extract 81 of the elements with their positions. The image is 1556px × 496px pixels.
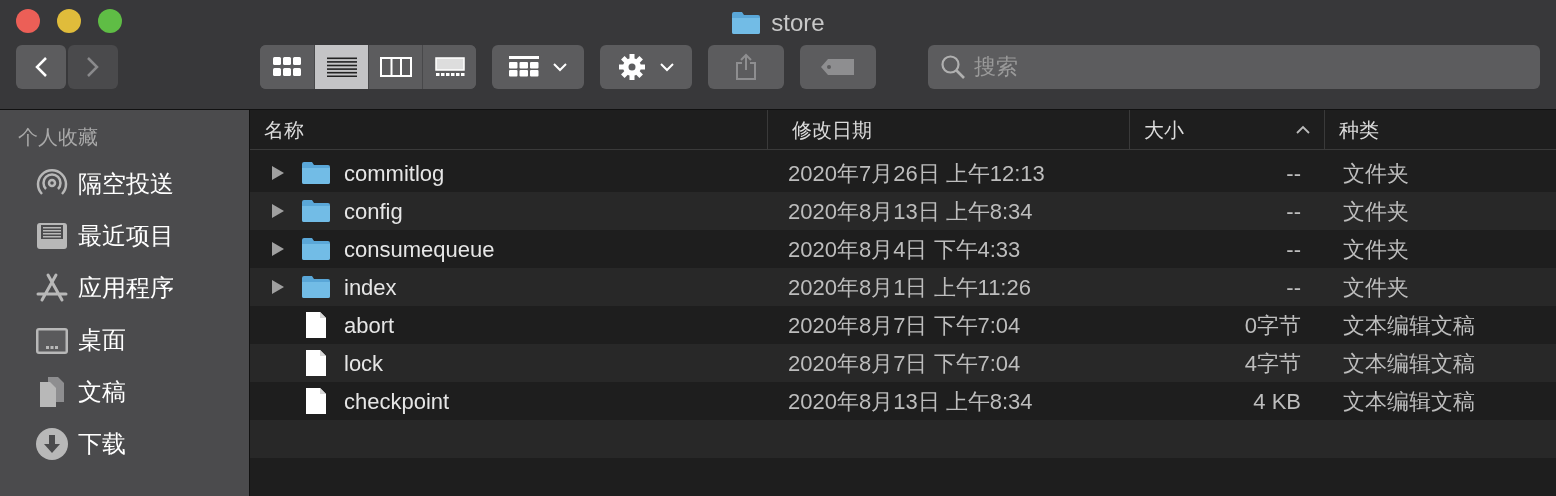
column-header[interactable]: 大小	[1130, 110, 1325, 149]
disclosure-triangle-icon[interactable]	[271, 165, 285, 181]
icon-grid-icon	[273, 57, 301, 77]
file-size: 4字节	[1244, 349, 1301, 378]
minimize-button[interactable]	[57, 9, 81, 33]
modified-date: 2020年8月7日 下午7:04	[788, 312, 1021, 338]
folder-icon	[301, 275, 331, 299]
search-icon	[940, 54, 966, 80]
file-name: checkpoint	[344, 387, 450, 416]
file-size: --	[1286, 197, 1301, 226]
file-kind: 文件夹	[1343, 236, 1409, 262]
file-name: config	[344, 197, 403, 226]
folder-icon	[301, 199, 331, 223]
sidebar-heading: 个人收藏	[18, 125, 98, 150]
chevron-left-icon	[34, 56, 48, 78]
file-kind: 文件夹	[1343, 198, 1409, 224]
modified-date: 2020年8月4日 下午4:33	[788, 236, 1021, 262]
file-size: 4 KB	[1253, 387, 1301, 416]
chevron-down-icon	[553, 62, 567, 72]
app-store-icon	[34, 272, 70, 304]
back-button[interactable]	[16, 45, 66, 89]
action-button[interactable]	[600, 45, 692, 89]
file-row[interactable]: index 2020年8月1日 上午11:26 -- 文件夹	[250, 268, 1556, 306]
sidebar-item[interactable]: 隔空投送	[0, 158, 249, 210]
settings-icon	[618, 53, 646, 81]
file-kind: 文本编辑文稿	[1343, 388, 1475, 414]
column-header[interactable]: 种类	[1325, 110, 1556, 149]
modified-date: 2020年8月7日 下午7:04	[788, 350, 1021, 376]
document-icon	[305, 387, 327, 415]
sidebar-item[interactable]: 下载	[0, 418, 249, 470]
zoom-button[interactable]	[98, 9, 122, 33]
chevron-right-icon	[86, 56, 100, 78]
file-kind: 文本编辑文稿	[1343, 312, 1475, 338]
disclosure-triangle-icon[interactable]	[271, 203, 285, 219]
share-icon	[735, 53, 757, 81]
download-icon	[34, 427, 70, 461]
file-size: --	[1286, 235, 1301, 264]
view-mode-button[interactable]	[422, 45, 476, 89]
sidebar-item[interactable]: 应用程序	[0, 262, 249, 314]
folder-icon	[301, 237, 331, 261]
view-mode-button[interactable]	[314, 45, 368, 89]
search-field[interactable]: 搜索	[928, 45, 1540, 89]
file-size: --	[1286, 159, 1301, 188]
file-name: abort	[344, 311, 395, 340]
file-size: 0字节	[1244, 311, 1301, 340]
file-name: index	[344, 273, 397, 302]
disclosure-triangle-icon[interactable]	[271, 279, 285, 295]
gallery-icon	[434, 57, 465, 77]
document-icon	[305, 311, 327, 339]
sort-caret-icon	[1296, 125, 1310, 134]
chevron-down-icon	[660, 62, 674, 72]
file-row[interactable]: config 2020年8月13日 上午8:34 -- 文件夹	[250, 192, 1556, 230]
file-kind: 文本编辑文稿	[1343, 350, 1475, 376]
close-button[interactable]	[16, 9, 40, 33]
sidebar-item[interactable]: 最近项目	[0, 210, 249, 262]
tag-icon	[820, 58, 856, 76]
modified-date: 2020年8月13日 上午8:34	[788, 388, 1033, 414]
window-title: store	[771, 8, 825, 38]
grid-icon	[509, 56, 539, 78]
list-icon	[326, 57, 357, 77]
folder-icon	[731, 11, 762, 35]
file-name: lock	[344, 349, 384, 378]
file-name: consumequeue	[344, 235, 495, 264]
sidebar-item[interactable]: 文稿	[0, 366, 249, 418]
column-header[interactable]: 修改日期	[768, 110, 1130, 149]
disclosure-triangle-icon[interactable]	[271, 241, 285, 257]
file-row[interactable]: lock 2020年8月7日 下午7:04 4字节 文本编辑文稿	[250, 344, 1556, 382]
group-button[interactable]	[492, 45, 584, 89]
sidebar-item[interactable]: 桌面	[0, 314, 249, 366]
modified-date: 2020年7月26日 上午12:13	[788, 160, 1045, 186]
file-kind: 文件夹	[1343, 160, 1409, 186]
file-kind: 文件夹	[1343, 274, 1409, 300]
columns-icon	[379, 57, 412, 77]
folder-icon	[301, 161, 331, 185]
modified-date: 2020年8月13日 上午8:34	[788, 198, 1033, 224]
document-icon	[305, 349, 327, 377]
column-header[interactable]: 名称	[250, 110, 768, 149]
modified-date: 2020年8月1日 上午11:26	[788, 274, 1031, 300]
file-size: --	[1286, 273, 1301, 302]
tray-icon	[34, 220, 70, 252]
file-name: commitlog	[344, 159, 445, 188]
